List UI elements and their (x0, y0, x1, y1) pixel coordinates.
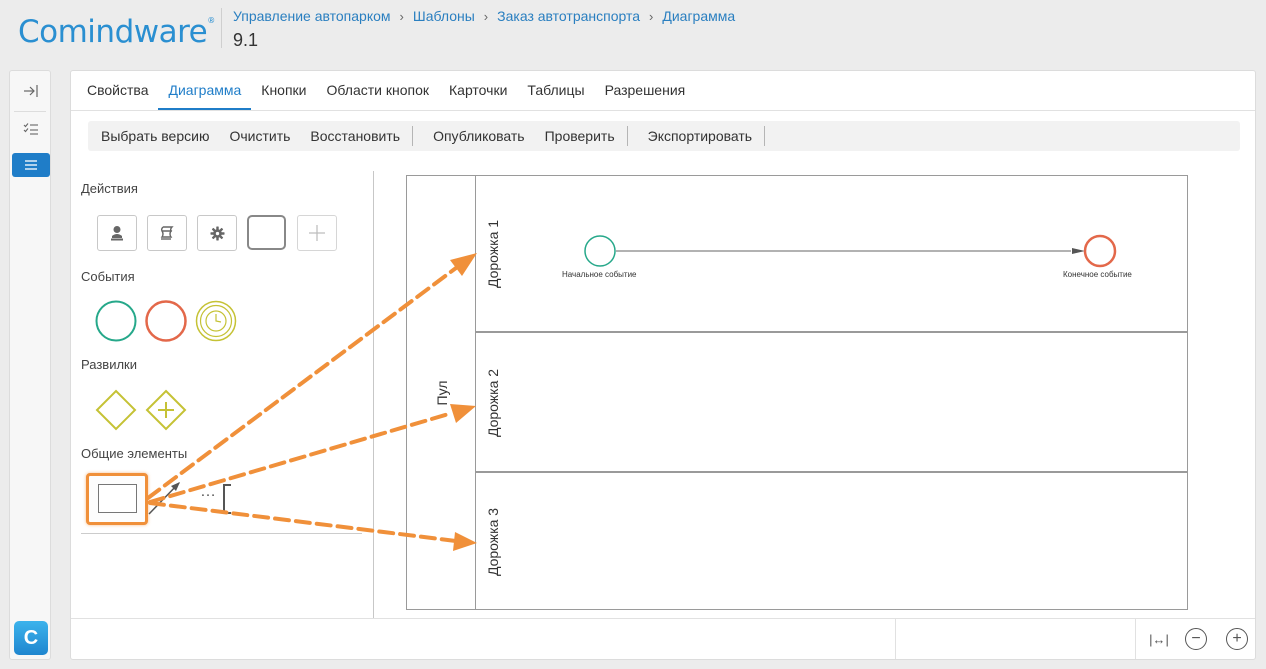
end-event-tool[interactable] (145, 300, 187, 342)
tab-button-areas[interactable]: Области кнопок (317, 71, 440, 110)
publish-button[interactable]: Опубликовать (423, 121, 535, 151)
palette-divider (81, 533, 362, 534)
clear-button[interactable]: Очистить (219, 121, 300, 151)
user-task-tool[interactable] (97, 215, 137, 251)
end-event-label: Конечное событие (1063, 270, 1132, 279)
chevron-right-icon: › (483, 8, 489, 24)
lane-1-flow (584, 234, 1117, 268)
breadcrumb-item[interactable]: Шаблоны (413, 8, 475, 24)
add-action-tool[interactable] (297, 215, 337, 251)
version-number: 9.1 (233, 30, 259, 50)
lane[interactable]: Дорожка 1 Начальное событие Конечное соб… (476, 176, 1187, 332)
main-panel: Свойства Диаграмма Кнопки Области кнопок… (70, 70, 1256, 660)
export-button[interactable]: Экспортировать (638, 121, 762, 151)
gear-icon (209, 225, 225, 241)
actions-section-title: Действия (81, 181, 138, 196)
lane-tool[interactable] (86, 473, 148, 525)
chevron-right-icon: › (649, 8, 654, 24)
tab-tables[interactable]: Таблицы (517, 71, 594, 110)
lane-tool-rect (98, 484, 137, 513)
lane-label: Дорожка 2 (485, 368, 501, 438)
timer-event-tool[interactable] (195, 300, 237, 342)
expand-sidebar-icon[interactable] (12, 79, 50, 103)
gateways-palette (95, 389, 187, 431)
fit-to-width-icon[interactable]: |↔| (1145, 628, 1173, 650)
toolbar-divider (412, 126, 414, 146)
menu-icon[interactable] (12, 153, 50, 177)
tab-permissions[interactable]: Разрешения (595, 71, 696, 110)
annotation-tool[interactable] (221, 483, 233, 515)
app-launcher-icon[interactable]: C (14, 621, 48, 655)
start-event-tool[interactable] (95, 300, 137, 342)
user-icon (111, 226, 123, 241)
end-event[interactable] (1083, 234, 1117, 268)
validate-button[interactable]: Проверить (535, 121, 625, 151)
events-section-title: События (81, 269, 135, 284)
tab-cards[interactable]: Карточки (439, 71, 517, 110)
breadcrumb-item[interactable]: Диаграмма (662, 8, 735, 24)
status-bar-divider (895, 619, 896, 659)
status-bar: |↔| − + (71, 618, 1255, 659)
breadcrumb-item[interactable]: Заказ автотранспорта (497, 8, 640, 24)
tab-diagram[interactable]: Диаграмма (158, 71, 252, 110)
breadcrumb: Управление автопарком › Шаблоны › Заказ … (233, 8, 735, 24)
lane-label: Дорожка 3 (485, 507, 501, 577)
start-event[interactable] (584, 235, 616, 267)
script-icon (160, 226, 174, 240)
left-rail: C (9, 70, 51, 660)
gateways-section-title: Развилки (81, 357, 137, 372)
zoom-out-icon[interactable]: − (1185, 628, 1207, 650)
header-divider (221, 8, 222, 48)
plus-icon (309, 225, 325, 241)
start-event-label: Начальное событие (562, 270, 637, 279)
lane[interactable]: Дорожка 3 (476, 472, 1187, 610)
events-palette (95, 300, 237, 342)
parallel-gateway-tool[interactable] (145, 389, 187, 431)
more-elements-icon[interactable]: … (200, 483, 216, 501)
toolbar-divider (764, 126, 766, 146)
pool-label: Пул (434, 380, 450, 405)
lane[interactable]: Дорожка 2 (476, 332, 1187, 472)
rail-divider (14, 111, 46, 112)
chevron-right-icon: › (399, 8, 404, 24)
zoom-in-icon[interactable]: + (1226, 628, 1248, 650)
app-logo[interactable]: Comindware® (18, 14, 215, 50)
toolbar-divider (626, 126, 628, 146)
tab-properties[interactable]: Свойства (77, 71, 158, 110)
status-bar-divider (1135, 619, 1136, 659)
service-task-tool[interactable] (197, 215, 237, 251)
breadcrumb-item[interactable]: Управление автопарком (233, 8, 391, 24)
sequence-flow-tool[interactable] (147, 479, 183, 519)
task-tool[interactable] (247, 215, 286, 250)
tab-bar: Свойства Диаграмма Кнопки Области кнопок… (71, 71, 1255, 111)
select-version-button[interactable]: Выбрать версию (91, 121, 219, 151)
palette-canvas-divider[interactable] (373, 171, 374, 619)
tab-buttons[interactable]: Кнопки (251, 71, 316, 110)
pool-header: Пул (407, 176, 476, 609)
diagram-toolbar: Выбрать версию Очистить Восстановить Опу… (88, 121, 1240, 151)
script-task-tool[interactable] (147, 215, 187, 251)
exclusive-gateway-tool[interactable] (95, 389, 137, 431)
restore-button[interactable]: Восстановить (300, 121, 410, 151)
pool[interactable]: Пул Дорожка 1 Начальное событие Конечное… (406, 175, 1188, 610)
checklist-icon[interactable] (12, 117, 50, 141)
common-elements-section-title: Общие элементы (81, 446, 188, 461)
